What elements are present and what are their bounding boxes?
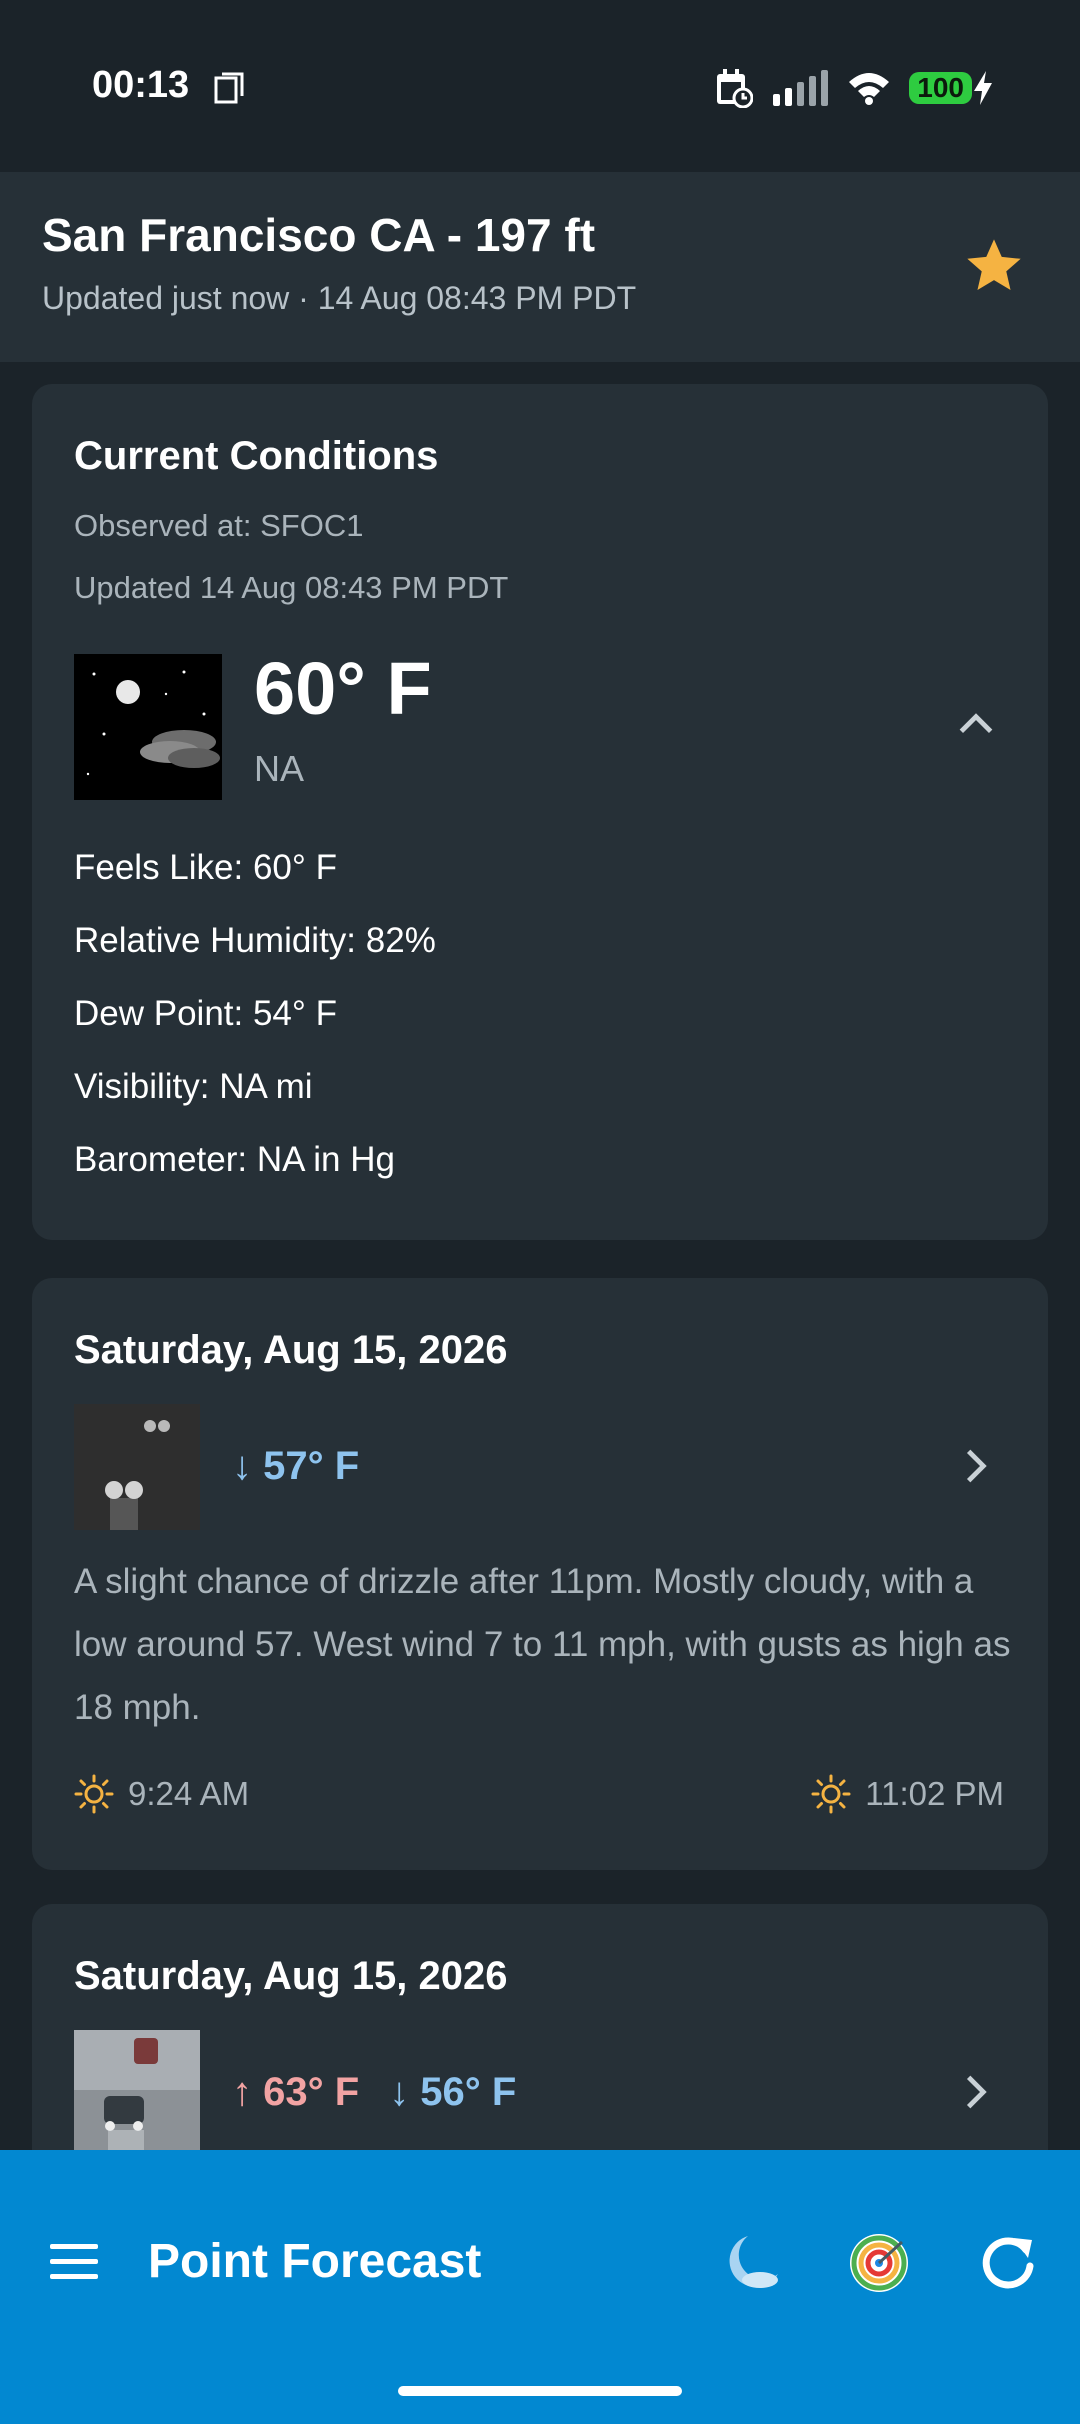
sunset: 11:02 PM <box>811 1774 1004 1814</box>
forecast-card[interactable]: Saturday, Aug 15, 2026 ↓ 57° F A slight … <box>32 1278 1048 1870</box>
battery-indicator: 100 <box>909 72 972 104</box>
forecast-date: Saturday, Aug 15, 2026 <box>74 1328 508 1372</box>
battery-level: 100 <box>917 72 964 103</box>
chevron-up-icon[interactable] <box>954 702 998 746</box>
current-conditions-title: Current Conditions <box>74 434 439 478</box>
current-condition: NA <box>254 748 305 789</box>
status-bar: 00:13 100 <box>0 0 1080 172</box>
sunset-time: 11:02 PM <box>865 1775 1004 1812</box>
forecast-low-temp: ↓ 57° F <box>232 1444 360 1488</box>
sunrise: 9:24 AM <box>74 1774 249 1814</box>
forecast-temps: ↓ 57° F <box>232 1444 359 1489</box>
status-icons: 100 <box>715 66 994 110</box>
radar-icon[interactable] <box>846 2230 912 2296</box>
location-title: San Francisco CA - 197 ft <box>42 209 596 261</box>
sunrise-icon <box>74 1774 114 1814</box>
forecast-low-temp: ↓ 56° F <box>389 2070 517 2114</box>
drizzle-night-image <box>74 1404 200 1530</box>
detail-humidity: Relative Humidity: 82% <box>74 921 436 960</box>
current-conditions-card: Current Conditions Observed at: SFOC1 Up… <box>32 384 1048 1240</box>
night-mode-icon[interactable] <box>718 2230 784 2296</box>
favorite-star-icon[interactable] <box>962 234 1026 298</box>
forecast-description: A slight chance of drizzle after 11pm. M… <box>74 1562 1011 1727</box>
signal-icon <box>773 70 829 106</box>
location-header: San Francisco CA - 197 ft Updated just n… <box>0 172 1080 362</box>
forecast-date: Saturday, Aug 15, 2026 <box>74 1954 508 1998</box>
calendar-alarm-icon <box>717 69 754 108</box>
menu-icon[interactable] <box>48 2240 100 2284</box>
sunrise-time: 9:24 AM <box>128 1775 250 1812</box>
home-indicator[interactable] <box>398 2386 682 2396</box>
app-title: Point Forecast <box>148 2235 482 2288</box>
sun-times: 9:24 AM 11:02 PM <box>74 1774 1004 1822</box>
rain-day-image <box>74 2030 200 2156</box>
chevron-right-icon[interactable] <box>954 1444 998 1488</box>
chevron-right-icon[interactable] <box>954 2070 998 2114</box>
detail-visibility: Visibility: NA mi <box>74 1067 313 1106</box>
night-partly-cloudy-image <box>74 654 222 800</box>
status-time: 00:13 <box>92 64 190 106</box>
current-temperature: 60° F <box>254 647 432 730</box>
forecast-temps: ↑ 63° F ↓ 56° F <box>232 2070 516 2115</box>
bottom-app-bar: Point Forecast <box>0 2150 1080 2424</box>
detail-feels-like: Feels Like: 60° F <box>74 848 337 887</box>
screenshot-icon <box>214 72 244 104</box>
conditions-updated: Updated 14 Aug 08:43 PM PDT <box>74 570 509 605</box>
sunset-icon <box>811 1774 851 1814</box>
location-updated: Updated just now · 14 Aug 08:43 PM PDT <box>42 280 637 316</box>
detail-dew-point: Dew Point: 54° F <box>74 994 337 1033</box>
observed-at: Observed at: SFOC1 <box>74 508 364 543</box>
refresh-icon[interactable] <box>976 2230 1040 2294</box>
detail-barometer: Barometer: NA in Hg <box>74 1140 395 1179</box>
wifi-icon <box>849 73 890 105</box>
charging-icon <box>974 71 992 105</box>
forecast-high-temp: ↑ 63° F <box>232 2070 360 2114</box>
